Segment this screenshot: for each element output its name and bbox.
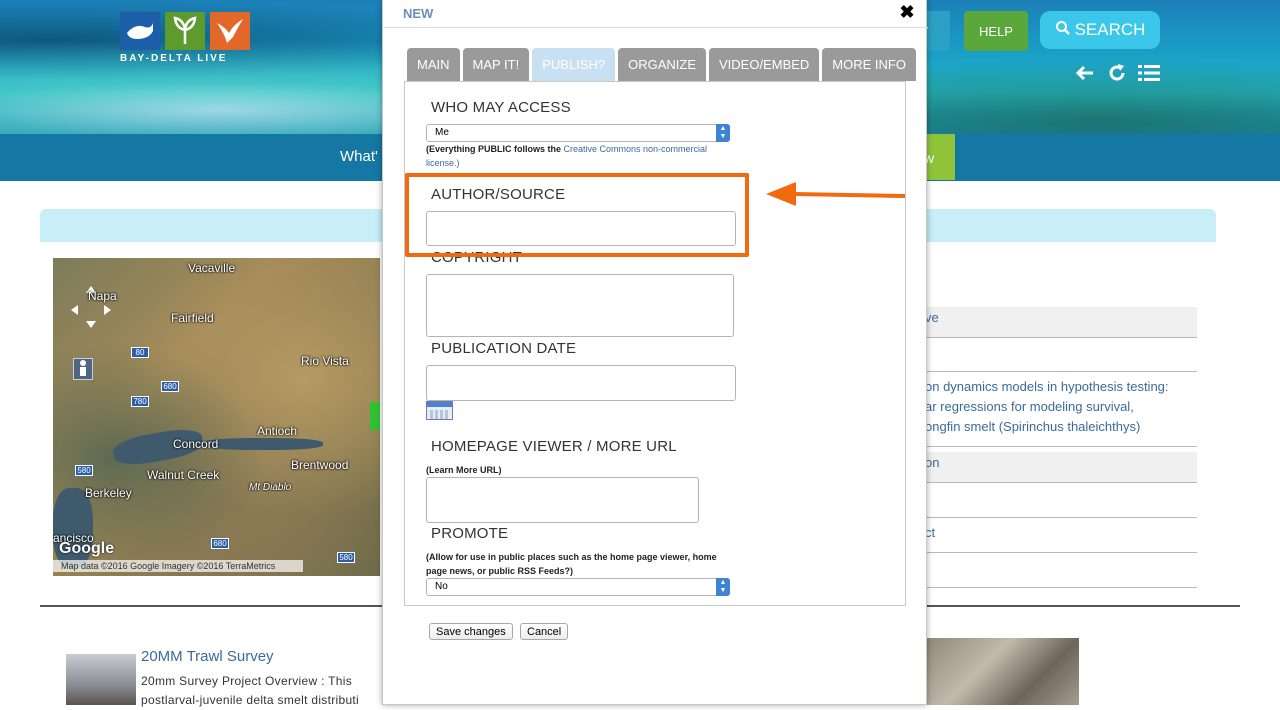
nav-item-whats-new[interactable]: What' (340, 148, 378, 165)
nav-item-green[interactable]: w (924, 134, 955, 180)
list-divider (925, 446, 1197, 447)
list-item-link[interactable]: ar regressions for modeling survival, (925, 399, 1134, 414)
homepage-viewer-note: (Learn More URL) (426, 465, 502, 475)
license-note: (Everything PUBLIC follows the Creative … (426, 142, 736, 170)
list-row-shaded (925, 452, 1197, 482)
promote-select[interactable]: No ▲ ▼ (426, 578, 730, 596)
help-button[interactable]: HELP (964, 11, 1028, 51)
list-item-link[interactable]: ongfin smelt (Spirinchus thaleichthys) (925, 419, 1140, 434)
list-divider (925, 371, 1197, 372)
homepage-viewer-label: HOMEPAGE VIEWER / MORE URL (431, 438, 677, 455)
creative-commons-link[interactable]: Creative Commons non-commercial (564, 144, 708, 154)
annotation-arrow-icon (764, 180, 909, 210)
dialog-header-divider (383, 27, 926, 28)
publication-date-input[interactable] (426, 365, 736, 401)
refresh-icon[interactable] (1106, 62, 1128, 84)
site-logo[interactable]: BAY-DELTA LIVE (120, 12, 250, 64)
map-label: Brentwood (291, 458, 349, 472)
listing-description-line: 20mm Survey Project Overview : This (141, 674, 353, 688)
copyright-textarea[interactable] (426, 274, 734, 337)
tab-video-embed[interactable]: VIDEO/EMBED (709, 48, 820, 81)
listing-description-line: postlarval-juvenile delta smelt distribu… (141, 693, 360, 707)
google-logo: Google (59, 540, 115, 557)
whale-icon (120, 12, 160, 50)
promote-value: No (435, 581, 448, 592)
cancel-button[interactable]: Cancel (520, 623, 569, 640)
map-label: Walnut Creek (147, 468, 220, 482)
highway-shield: 580 (337, 552, 355, 563)
map-attribution: Map data ©2016 Google Imagery ©2016 Terr… (53, 560, 303, 572)
select-arrows-icon: ▲ ▼ (716, 578, 730, 596)
who-may-access-select[interactable]: Me ▲ ▼ (426, 124, 730, 142)
search-icon (1055, 20, 1071, 41)
promote-note-line: (Allow for use in public places such as … (426, 552, 717, 562)
listing-description: 20mm Survey Project Overview : This post… (141, 672, 381, 710)
highway-shield: 80 (131, 347, 149, 358)
map-view[interactable]: Vacaville Napa Fairfield Rio Vista Antio… (53, 258, 380, 576)
who-may-access-label: WHO MAY ACCESS (431, 99, 571, 116)
map-label: Berkeley (85, 486, 132, 500)
promote-note-line: page news, or public RSS Feeds?) (426, 566, 574, 576)
list-divider (925, 552, 1197, 553)
list-item-link[interactable]: ve (925, 310, 939, 325)
calendar-icon[interactable] (426, 401, 453, 420)
logo-tiles (120, 12, 250, 50)
bird-icon (210, 12, 250, 50)
tab-more-info[interactable]: MORE INFO (822, 48, 916, 81)
toolbar-icons (1074, 62, 1160, 84)
tab-publish[interactable]: PUBLISH? (532, 48, 616, 81)
map-label: Antioch (257, 424, 298, 438)
list-divider (925, 337, 1197, 338)
tab-main[interactable]: MAIN (407, 48, 460, 81)
select-arrows-icon: ▲ ▼ (716, 124, 730, 142)
logo-caption: BAY-DELTA LIVE (120, 53, 228, 64)
plant-icon (165, 12, 205, 50)
license-note-text: (Everything PUBLIC follows the (426, 144, 564, 154)
list-divider (925, 482, 1197, 483)
promote-label: PROMOTE (431, 525, 509, 542)
list-item-link[interactable]: on (925, 455, 939, 470)
tab-organize[interactable]: ORGANIZE (618, 48, 706, 81)
dialog-tabs: MAIN MAP IT! PUBLISH? ORGANIZE VIDEO/EMB… (407, 48, 916, 81)
close-icon[interactable]: ✖ (897, 2, 917, 22)
list-divider (925, 587, 1197, 588)
new-item-dialog: NEW ✖ MAIN MAP IT! PUBLISH? ORGANIZE VID… (382, 0, 927, 705)
listing-thumbnail[interactable] (66, 654, 136, 705)
list-row-shaded (925, 307, 1197, 337)
back-arrow-icon[interactable] (1074, 62, 1096, 84)
street-view-pegman-icon[interactable] (73, 358, 93, 380)
highway-shield: 780 (131, 396, 149, 407)
publish-panel: WHO MAY ACCESS Me ▲ ▼ (Everything PUBLIC … (404, 81, 906, 606)
publication-date-label: PUBLICATION DATE (431, 340, 577, 357)
homepage-viewer-textarea[interactable] (426, 477, 699, 523)
highway-shield: 680 (211, 538, 229, 549)
river-water (203, 438, 323, 450)
highway-shield: 680 (161, 381, 179, 392)
promote-note: (Allow for use in public places such as … (426, 550, 746, 578)
highway-shield: 580 (75, 465, 93, 476)
map-label: Napa (88, 289, 117, 303)
map-label: Vacaville (188, 261, 236, 275)
tab-map-it[interactable]: MAP IT! (462, 48, 530, 81)
map-label: Mt Diablo (249, 482, 292, 493)
who-may-access-value: Me (435, 127, 449, 138)
listing-title[interactable]: 20MM Trawl Survey (141, 648, 274, 665)
map-label: Rio Vista (301, 354, 349, 368)
license-link[interactable]: license.) (426, 158, 460, 168)
author-source-highlight-box (405, 173, 749, 257)
search-label: SEARCH (1074, 20, 1146, 39)
dialog-title: NEW (403, 6, 434, 21)
map-label: Concord (173, 437, 219, 451)
listing-thumbnail-2[interactable] (924, 638, 1079, 705)
map-label: Fairfield (171, 311, 214, 325)
list-item-link[interactable]: on dynamics models in hypothesis testing… (925, 379, 1169, 394)
search-button[interactable]: SEARCH (1040, 11, 1160, 49)
map-marker-flag[interactable] (370, 402, 380, 430)
list-icon[interactable] (1138, 62, 1160, 84)
list-divider (925, 517, 1197, 518)
save-changes-button[interactable]: Save changes (429, 623, 513, 640)
